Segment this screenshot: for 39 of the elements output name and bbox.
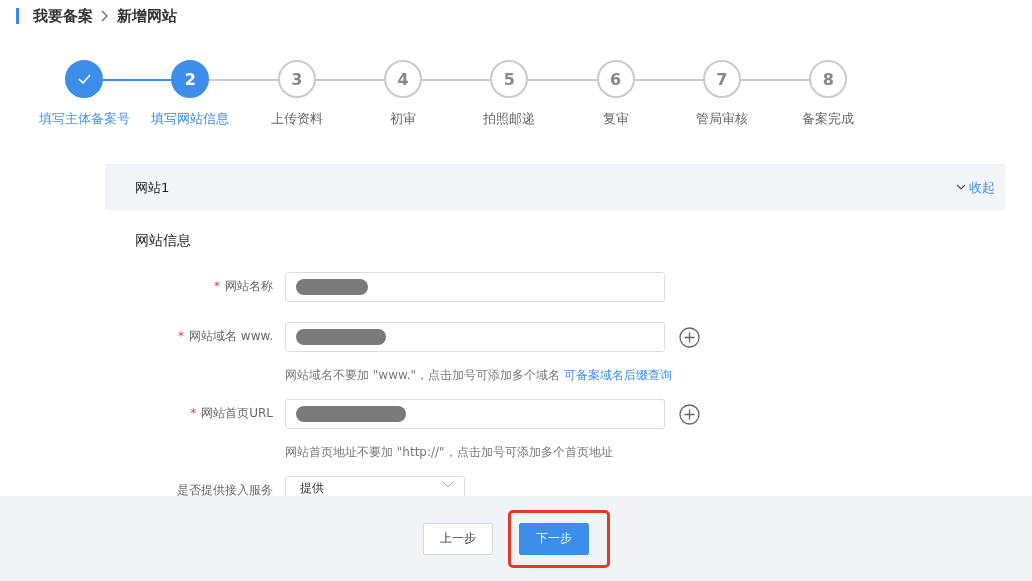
step-label: 备案完成 (802, 110, 855, 128)
previous-step-button[interactable]: 上一步 (422, 522, 493, 555)
step-label: 管局审核 (695, 110, 748, 128)
breadcrumb-item: 新增网站 (117, 6, 177, 26)
text-field[interactable] (285, 322, 665, 352)
step-circle: 4 (384, 60, 423, 98)
step-label: 上传资料 (270, 110, 323, 128)
required-mark: * (190, 406, 197, 420)
add-icon[interactable] (679, 326, 700, 348)
step-label: 初审 (390, 110, 417, 128)
field-label: 网站名称 (225, 279, 273, 293)
step-circle: 8 (809, 60, 848, 98)
field-label: 网站首页URL (201, 406, 273, 420)
step-circle: 7 (702, 60, 741, 98)
add-icon[interactable] (679, 403, 700, 425)
text-field[interactable] (285, 272, 665, 302)
field-hint: 网站域名不要加 "www."，点击加号可添加多个域名 可备案域名后缀查询 (285, 367, 673, 383)
step-label: 拍照邮递 (483, 110, 536, 128)
required-mark: * (214, 279, 220, 293)
chevron-down-icon (442, 481, 454, 488)
step-label: 填写主体备案号 (38, 110, 130, 128)
text-field[interactable] (285, 399, 665, 429)
step-label: 填写网站信息 (151, 110, 230, 128)
chevron-icon (956, 184, 966, 191)
step-circle: 5 (490, 60, 529, 98)
field-label: 是否提供接入服务 (177, 483, 273, 496)
step-circle: 6 (596, 60, 635, 98)
step-circle: 2 (171, 60, 210, 98)
check-icon (77, 74, 91, 84)
suffix-query-link[interactable]: 可备案域名后缀查询 (564, 368, 672, 382)
required-mark: * (178, 329, 184, 343)
step-label: 复审 (602, 110, 629, 128)
panel-title: 网站1 (135, 178, 170, 197)
breadcrumb-item[interactable]: 我要备案 (33, 6, 93, 26)
field-hint: 网站首页地址不要加 "http://"，点击加号可添加多个首页地址 (285, 444, 614, 460)
step-circle: 3 (277, 60, 316, 98)
chevron-right-icon (101, 10, 109, 22)
section-title: 网站信息 (134, 231, 192, 250)
field-label: 网站域名 www. (189, 329, 273, 343)
